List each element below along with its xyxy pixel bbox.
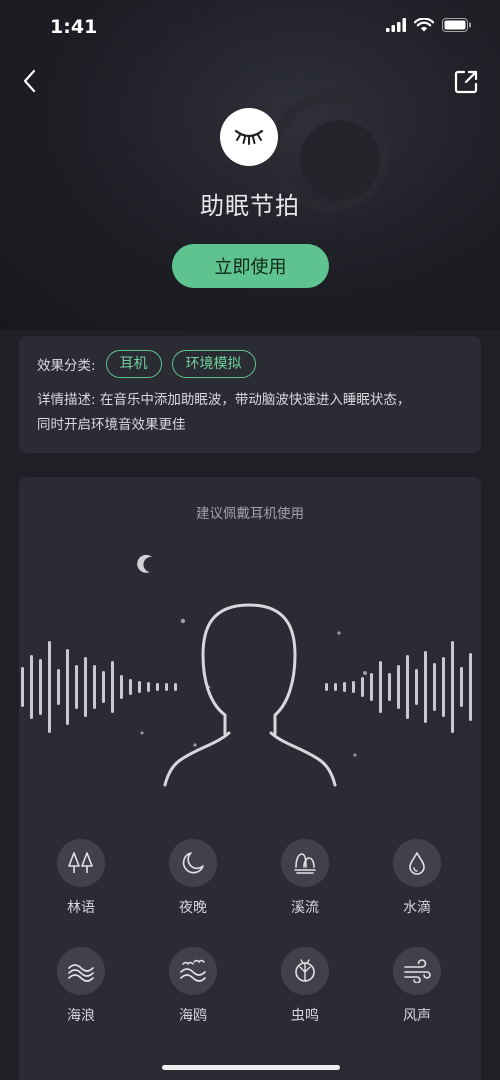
back-button[interactable]	[18, 66, 46, 96]
moon-icon	[182, 852, 204, 874]
insect-icon	[295, 959, 315, 982]
home-indicator	[162, 1065, 340, 1070]
category-label: 效果分类:	[37, 358, 96, 374]
seagull-icon	[180, 959, 206, 982]
status-icons	[386, 18, 472, 32]
status-bar: 1:41	[0, 0, 500, 54]
description-line2: 同时开启环境音效果更佳	[37, 417, 186, 433]
wifi-icon	[414, 18, 434, 32]
headphone-hint: 建议佩戴耳机使用	[196, 506, 304, 522]
water-drop-icon	[409, 852, 425, 875]
sound-item-wind[interactable]: 风声	[377, 947, 457, 1025]
sound-label: 风声	[403, 1008, 431, 1024]
moon-icon	[137, 554, 152, 573]
sound-label: 溪流	[291, 900, 319, 916]
forest-icon	[68, 852, 93, 873]
share-icon	[454, 70, 478, 94]
description-line1: 在音乐中添加助眠波，带动脑波快速进入睡眠状态，	[99, 392, 411, 408]
chevron-left-icon	[23, 69, 36, 93]
status-time: 1:41	[50, 16, 98, 38]
share-button[interactable]	[452, 68, 480, 96]
sound-label: 林语	[67, 900, 95, 916]
sound-item-night[interactable]: 夜晚	[153, 839, 233, 917]
sound-item-wave[interactable]: 海浪	[41, 947, 121, 1025]
description: 详情描述: 在音乐中添加助眠波，带动脑波快速进入睡眠状态， 同时开启环境音效果更…	[37, 388, 463, 438]
head-silhouette	[163, 603, 337, 787]
signal-icon	[386, 18, 406, 32]
sound-wave-right	[325, 641, 472, 733]
tag-headphone[interactable]: 耳机	[105, 350, 162, 378]
sound-label: 海鸥	[179, 1008, 207, 1024]
sound-label: 夜晚	[179, 900, 207, 916]
sound-label: 水滴	[403, 900, 431, 916]
sleeping-eye-icon	[220, 108, 278, 166]
main-card: 建议佩戴耳机使用 林语 夜晚 溪流 水滴 海浪 海鸥 虫鸣 风声	[19, 477, 481, 1080]
sound-item-water-drop[interactable]: 水滴	[377, 839, 457, 917]
stream-icon	[294, 853, 316, 874]
sound-item-stream[interactable]: 溪流	[265, 839, 345, 917]
sleep-illustration	[21, 554, 472, 787]
sound-item-forest[interactable]: 林语	[41, 839, 121, 917]
tag-environment[interactable]: 环境模拟	[171, 350, 256, 378]
sound-label: 海浪	[67, 1008, 95, 1024]
sound-label: 虫鸣	[291, 1008, 319, 1024]
battery-icon	[442, 18, 471, 32]
info-card: 效果分类: 耳机 环境模拟 详情描述: 在音乐中添加助眠波，带动脑波快速进入睡眠…	[19, 336, 481, 453]
use-now-button[interactable]: 立即使用	[172, 244, 329, 288]
wave-icon	[68, 964, 94, 982]
wind-icon	[404, 959, 431, 983]
page-title: 助眠节拍	[200, 192, 300, 220]
sound-item-seagull[interactable]: 海鸥	[153, 947, 233, 1025]
description-label: 详情描述:	[37, 392, 96, 408]
sound-item-insect[interactable]: 虫鸣	[265, 947, 345, 1025]
sound-wave-left	[21, 641, 177, 733]
